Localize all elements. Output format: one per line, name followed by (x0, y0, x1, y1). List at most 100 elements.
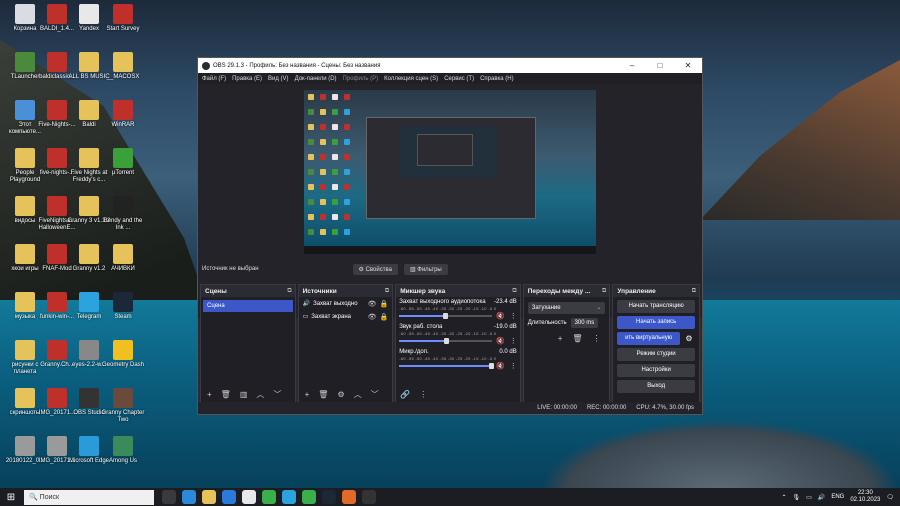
down-arrow-icon[interactable]: ﹀ (371, 389, 379, 400)
menu-item[interactable]: Профиль (P) (343, 76, 379, 82)
menu-item[interactable]: Файл (F) (202, 76, 226, 82)
minimize-button[interactable]: – (618, 61, 646, 70)
desktop-icon[interactable]: АЧИВКИ (100, 244, 146, 273)
menu-icon[interactable]: ⋮ (419, 390, 427, 399)
menu-item[interactable]: Коллекция сцен (S) (384, 76, 438, 82)
eye-icon[interactable]: 👁 (368, 313, 377, 321)
desktop-icon[interactable]: Start Survey (100, 4, 146, 33)
windows-start-icon[interactable]: ⊞ (0, 492, 22, 503)
obs-window[interactable]: OBS 29.1.3 - Профиль: Без названия - Сце… (197, 57, 703, 415)
search-box[interactable]: 🔍 Поиск (24, 489, 154, 505)
taskbar-app-icon[interactable] (262, 490, 276, 504)
desktop-icon[interactable]: Granny Chapter Two (100, 388, 146, 424)
tray-chevron-icon[interactable]: ⌃ (782, 494, 787, 501)
lock-icon[interactable]: 🔒 (380, 313, 389, 321)
volume-knob[interactable] (442, 313, 448, 319)
properties-button[interactable]: ⚙ Свойства (352, 263, 398, 275)
taskbar-app-icon[interactable] (242, 490, 256, 504)
gear-icon[interactable]: ⚙ (337, 390, 344, 399)
undock-icon[interactable]: ⧉ (385, 288, 389, 295)
desktop-icon[interactable]: µTorrent (100, 148, 146, 177)
add-icon[interactable]: + (305, 390, 310, 399)
menu-item[interactable]: Вид (V) (268, 76, 289, 82)
app-icon (79, 436, 99, 456)
menu-item[interactable]: Док-панели (D) (295, 76, 337, 82)
language-indicator[interactable]: ENG (831, 494, 844, 500)
undock-icon[interactable]: ⧉ (602, 288, 606, 295)
app-icon (15, 436, 35, 456)
desktop-icon[interactable]: __MACOSX (100, 52, 146, 81)
notification-icon[interactable]: 🗨 (886, 494, 894, 501)
taskbar-app-icon[interactable] (162, 490, 176, 504)
trash-icon[interactable]: 🗑 (572, 334, 582, 343)
filter-icon[interactable]: ▥ (240, 390, 248, 399)
taskbar-app-icon[interactable] (282, 490, 296, 504)
settings-button[interactable]: Настройки (617, 364, 695, 377)
volume-icon[interactable]: 🔊 (818, 494, 825, 501)
filters-button[interactable]: ▥ Фильтры (403, 263, 448, 275)
mic-icon[interactable]: 🎙 (793, 494, 801, 501)
menu-item[interactable]: Справка (H) (480, 76, 514, 82)
app-icon (47, 100, 67, 120)
app-icon (47, 292, 67, 312)
close-button[interactable]: ✕ (674, 61, 702, 70)
undock-icon[interactable]: ⧉ (512, 288, 516, 295)
status-bar: LIVE: 00:00:00 REC: 00:00:00 CPU: 4.7%, … (198, 402, 702, 414)
start-recording-button[interactable]: Начать запись (617, 316, 695, 329)
taskbar-app-icon[interactable] (302, 490, 316, 504)
taskbar-app-icon[interactable] (362, 490, 376, 504)
menu-icon[interactable]: ⋮ (593, 334, 601, 343)
desktop-icon[interactable]: Steam (100, 292, 146, 321)
mixer-title: Микшер звука (400, 287, 446, 295)
exit-button[interactable]: Выход (617, 380, 695, 393)
start-streaming-button[interactable]: Начать трансляцию (617, 300, 695, 313)
volume-slider[interactable] (399, 338, 492, 344)
down-arrow-icon[interactable]: ﹀ (273, 389, 281, 400)
volume-knob[interactable] (444, 338, 450, 344)
add-icon[interactable]: + (558, 334, 563, 343)
mute-icon[interactable]: 🔇 (496, 312, 505, 320)
lock-icon[interactable]: 🔒 (380, 300, 389, 308)
volume-slider[interactable] (399, 313, 492, 319)
desktop-icon[interactable]: Geometry Dash (100, 340, 146, 369)
source-item[interactable]: ▭ Захват экрана 👁 🔒 (299, 310, 393, 323)
taskbar-app-icon[interactable] (182, 490, 196, 504)
menu-item[interactable]: Сервис (T) (444, 76, 474, 82)
network-icon[interactable]: ▭ (806, 494, 812, 501)
up-arrow-icon[interactable]: ︿ (256, 389, 264, 400)
mute-icon[interactable]: 🔇 (496, 337, 505, 345)
transition-select[interactable]: Затухание ⌄ (527, 302, 606, 314)
undock-icon[interactable]: ⧉ (692, 288, 696, 295)
desktop-icon[interactable]: Among Us (100, 436, 146, 465)
virtual-camera-button[interactable]: ить виртуальную (617, 332, 680, 345)
studio-mode-button[interactable]: Режим студии (617, 348, 695, 361)
menu-icon[interactable]: ⋮ (510, 362, 517, 370)
scene-item[interactable]: Сцена (203, 300, 293, 312)
volume-knob[interactable] (488, 363, 494, 369)
source-item[interactable]: 🔊 Захват выходно 👁 🔒 (299, 297, 393, 310)
trash-icon[interactable]: 🗑 (318, 390, 328, 399)
preview-canvas[interactable] (304, 90, 596, 254)
link-icon[interactable]: 🔗 (400, 390, 410, 399)
add-icon[interactable]: + (207, 390, 212, 399)
desktop-icon[interactable]: Bendy and the Ink ... (100, 196, 146, 232)
clock[interactable]: 22:30 02.10.2023 (850, 490, 880, 504)
eye-icon[interactable]: 👁 (368, 300, 377, 308)
up-arrow-icon[interactable]: ︿ (354, 389, 362, 400)
maximize-button[interactable]: □ (646, 61, 674, 70)
taskbar-app-icon[interactable] (322, 490, 336, 504)
undock-icon[interactable]: ⧉ (287, 288, 291, 295)
volume-slider[interactable] (399, 363, 494, 369)
menu-icon[interactable]: ⋮ (510, 312, 517, 320)
duration-input[interactable]: 300 ms (570, 318, 599, 328)
taskbar-app-icon[interactable] (202, 490, 216, 504)
title-bar[interactable]: OBS 29.1.3 - Профиль: Без названия - Сце… (198, 58, 702, 73)
mute-icon[interactable]: 🔇 (496, 362, 505, 370)
taskbar-app-icon[interactable] (222, 490, 236, 504)
taskbar-app-icon[interactable] (342, 490, 356, 504)
desktop-icon[interactable]: WinRAR (100, 100, 146, 129)
menu-icon[interactable]: ⋮ (510, 337, 517, 345)
gear-icon[interactable]: ⚙ (683, 334, 695, 343)
menu-item[interactable]: Правка (E) (232, 76, 262, 82)
trash-icon[interactable]: 🗑 (221, 390, 231, 399)
